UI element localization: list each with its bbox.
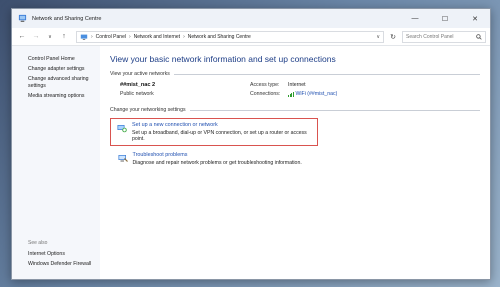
breadcrumb[interactable]: › Control Panel › Network and Internet ›… <box>76 30 384 43</box>
title-bar: Network and Sharing Centre — ☐ ✕ <box>12 9 490 28</box>
troubleshoot-icon <box>118 155 128 162</box>
refresh-icon: ↻ <box>390 33 396 41</box>
setup-connection-description: Set up a broadband, dial-up or VPN conne… <box>132 130 307 142</box>
network-setup-icon <box>117 125 127 133</box>
search-input[interactable]: Search Control Panel <box>402 30 486 43</box>
search-icon <box>476 33 482 40</box>
arrow-left-icon: ← <box>18 33 26 40</box>
forward-button[interactable]: → <box>30 31 42 43</box>
arrow-right-icon: → <box>32 33 40 40</box>
back-button[interactable]: ← <box>16 31 28 43</box>
breadcrumb-item-network-internet[interactable]: Network and Internet <box>134 34 180 40</box>
minimize-button[interactable]: — <box>400 9 430 28</box>
page-title: View your basic network information and … <box>110 54 336 64</box>
address-dropdown-icon[interactable]: ∨ <box>376 34 380 40</box>
search-placeholder: Search Control Panel <box>406 33 454 40</box>
network-app-icon <box>18 14 27 22</box>
breadcrumb-separator: › <box>183 33 185 40</box>
setup-connection-link[interactable]: Set up a new connection or network <box>132 122 313 128</box>
connections-label: Connections: <box>250 91 281 97</box>
close-button[interactable]: ✕ <box>460 9 490 28</box>
sidebar: Control Panel Home Change adapter settin… <box>12 46 100 279</box>
troubleshoot-description: Diagnose and repair network problems or … <box>132 160 302 166</box>
network-sharing-window: Network and Sharing Centre — ☐ ✕ ← → ∨ ↑… <box>11 8 491 280</box>
setup-connection-task[interactable]: Set up a new connection or network Set u… <box>110 118 318 146</box>
section-divider <box>189 109 480 111</box>
see-also-label: See also <box>28 239 48 246</box>
change-settings-label: Change your networking settings <box>110 107 186 113</box>
wifi-signal-icon <box>288 91 294 97</box>
breadcrumb-separator: › <box>91 33 93 40</box>
sidebar-item-defender-firewall[interactable]: Windows Defender Firewall <box>28 261 91 267</box>
active-networks-label: View your active networks <box>110 71 170 77</box>
section-divider <box>173 73 480 75</box>
sidebar-item-internet-options[interactable]: Internet Options <box>28 251 91 257</box>
active-networks-heading: View your active networks <box>110 71 480 77</box>
up-button[interactable]: ↑ <box>58 31 70 43</box>
recent-locations-button[interactable]: ∨ <box>44 31 56 43</box>
access-type-value: Internet <box>288 82 306 88</box>
main-panel: View your basic network information and … <box>100 46 490 279</box>
troubleshoot-task[interactable]: Troubleshoot problems Diagnose and repai… <box>110 152 480 166</box>
sidebar-item-advanced-sharing[interactable]: Change advanced sharing settings <box>12 76 100 88</box>
address-bar: ← → ∨ ↑ › Control Panel › Network and In… <box>12 28 490 46</box>
troubleshoot-link[interactable]: Troubleshoot problems <box>133 152 302 158</box>
access-type-label: Access type: <box>250 82 280 88</box>
control-panel-icon <box>80 34 88 40</box>
connection-name: WiFi (##mist_nac) <box>295 91 338 97</box>
connection-link[interactable]: WiFi (##mist_nac) <box>288 91 337 97</box>
sidebar-item-control-panel-home[interactable]: Control Panel Home <box>12 56 100 62</box>
active-network: ##mist_nac 2 Public network Access type:… <box>110 82 480 97</box>
maximize-button[interactable]: ☐ <box>430 9 460 28</box>
arrow-up-icon: ↑ <box>62 33 66 40</box>
sidebar-item-adapter-settings[interactable]: Change adapter settings <box>12 66 100 72</box>
network-type: Public network <box>120 91 154 97</box>
change-settings-heading: Change your networking settings <box>110 107 480 113</box>
window-title: Network and Sharing Centre <box>32 15 102 22</box>
network-name: ##mist_nac 2 <box>120 82 156 88</box>
refresh-button[interactable]: ↻ <box>386 31 400 43</box>
breadcrumb-item-control-panel[interactable]: Control Panel <box>96 34 126 40</box>
breadcrumb-item-network-sharing[interactable]: Network and Sharing Centre <box>188 34 251 40</box>
sidebar-item-media-streaming[interactable]: Media streaming options <box>12 93 100 99</box>
breadcrumb-separator: › <box>128 33 131 40</box>
chevron-down-icon: ∨ <box>48 33 52 40</box>
